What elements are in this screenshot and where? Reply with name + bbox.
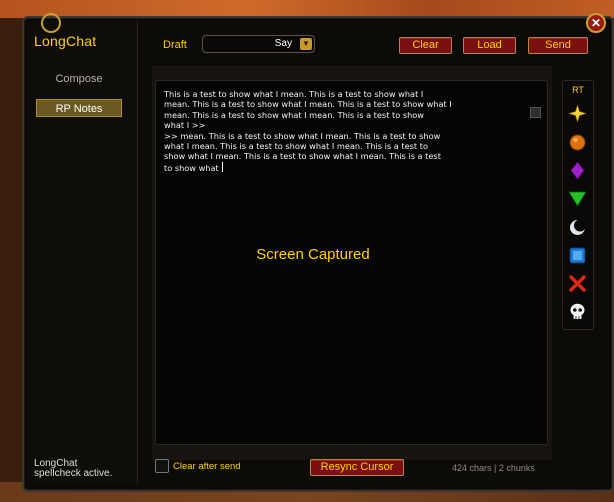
load-button[interactable]: Load [463,37,516,54]
ring-icon [41,13,61,33]
clear-after-send-label[interactable]: Clear after send [173,461,241,472]
send-button[interactable]: Send [528,37,588,54]
clear-after-send-checkbox[interactable] [155,459,169,473]
moon-icon[interactable] [569,219,586,236]
circle-icon[interactable] [569,134,586,151]
screen-captured-notice: Screen Captured [256,246,370,263]
draft-channel-value: Say [274,38,292,49]
raid-target-label: RT [572,85,584,95]
skull-icon[interactable] [569,303,586,320]
sidebar-item-rp-notes[interactable]: RP Notes [36,99,122,117]
sidebar [26,21,138,483]
scroll-handle[interactable] [530,107,541,118]
editor-content: This is a test to show what I mean. This… [164,89,452,173]
star-icon[interactable] [569,105,586,122]
square-icon[interactable] [569,247,586,264]
chevron-down-icon[interactable]: ▼ [300,38,312,50]
app-title: LongChat [34,33,97,49]
triangle-icon[interactable] [569,190,586,207]
text-caret [222,161,224,172]
draft-channel-dropdown[interactable]: Say ▼ [202,35,315,53]
clear-button[interactable]: Clear [399,37,452,54]
diamond-icon[interactable] [569,162,586,179]
draft-label: Draft [163,39,187,51]
resync-cursor-button[interactable]: Resync Cursor [310,459,404,476]
close-icon[interactable]: ✕ [586,13,606,33]
cross-icon[interactable] [569,275,586,292]
editor-text[interactable]: This is a test to show what I mean. This… [164,89,494,173]
sidebar-item-compose[interactable]: Compose [36,70,122,88]
status-line-spellcheck: spellcheck active. [34,468,113,479]
character-chunk-count: 424 chars | 2 chunks [452,463,535,473]
